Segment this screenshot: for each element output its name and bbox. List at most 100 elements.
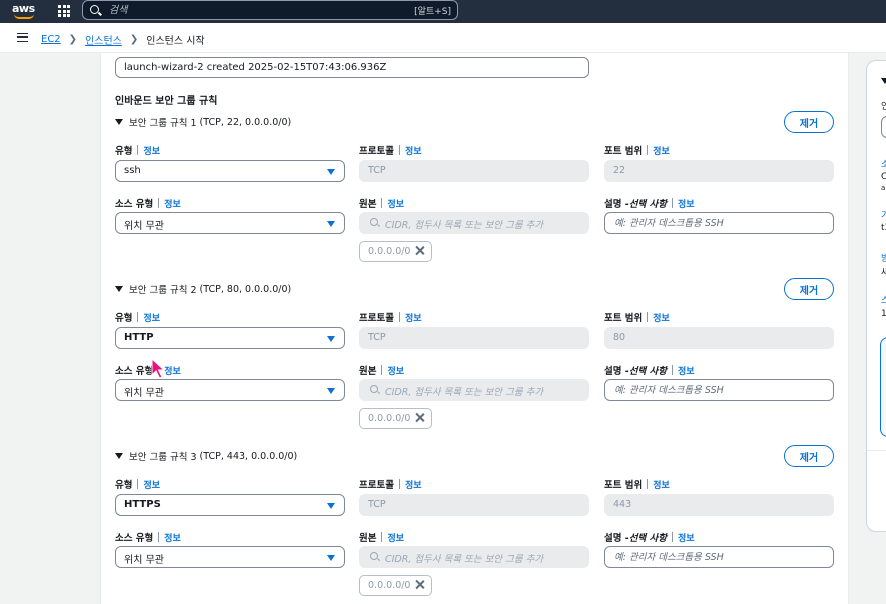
dropdown-caret-icon [327, 221, 335, 227]
rule-3-type-select[interactable]: HTTPS [115, 494, 345, 516]
aws-logo[interactable]: aws [12, 2, 38, 20]
source-label: 원본 정보 [359, 530, 404, 544]
services-grid-icon[interactable] [58, 5, 70, 17]
source-type-label: 소스 유형 정보 [115, 196, 181, 210]
summary-text-fragment: 1 [881, 309, 886, 319]
summary-info-box [880, 337, 886, 437]
breadcrumb-ec2[interactable]: EC2 [41, 34, 61, 45]
info-link[interactable]: 정보 [387, 197, 404, 210]
rule-3-source-search: CIDR, 접두사 목록 또는 보안 그룹 추가 [359, 546, 589, 568]
rule-2-source-search: CIDR, 접두사 목록 또는 보안 그룹 추가 [359, 379, 589, 401]
breadcrumb-bar: EC2 ❯ 인스턴스 ❯ 인스턴스 시작 [0, 23, 886, 53]
rule-1-header[interactable]: 보안 그룹 규칙 1 (TCP, 22, 0.0.0.0/0) [115, 115, 291, 129]
caret-down-icon[interactable] [881, 78, 886, 84]
rule-2-header[interactable]: 보안 그룹 규칙 2 (TCP, 80, 0.0.0.0/0) [115, 282, 291, 296]
rule-3-description-input[interactable] [604, 546, 834, 568]
source-type-value: 위치 무관 [124, 388, 164, 399]
type-label: 유형 정보 [115, 477, 160, 491]
rule-2-type-select[interactable]: HTTP [115, 327, 345, 349]
summary-text-fragment: t3 [881, 223, 886, 233]
info-link[interactable]: 정보 [164, 531, 181, 544]
info-link[interactable]: 정보 [678, 531, 695, 544]
aws-smile-icon [14, 14, 34, 19]
rule-2-source-type-select[interactable]: 위치 무관 [115, 379, 345, 401]
rule-3-header[interactable]: 보안 그룹 규칙 3 (TCP, 443, 0.0.0.0/0) [115, 449, 297, 463]
search-shortcut-hint: [알트+S] [414, 7, 451, 17]
info-link[interactable]: 정보 [387, 531, 404, 544]
summary-text-fragment: 인 [881, 102, 886, 112]
rule-1-source-token: 0.0.0.0/0 [359, 241, 432, 262]
rule-2-source-token: 0.0.0.0/0 [359, 408, 432, 429]
type-label: 유형 정보 [115, 143, 160, 157]
divider [867, 450, 886, 451]
top-navigation-bar: aws [알트+S] [0, 0, 886, 23]
hamburger-menu-icon[interactable] [17, 33, 28, 42]
rule-3-protocol-field: TCP [359, 494, 589, 516]
info-link[interactable]: 정보 [143, 144, 160, 157]
info-link[interactable]: 정보 [405, 144, 422, 157]
dropdown-caret-icon [327, 555, 335, 561]
rule-1-type-select[interactable]: ssh [115, 160, 345, 182]
rule-meta: (TCP, 443, 0.0.0.0/0) [199, 450, 298, 462]
security-group-description-input[interactable] [115, 57, 589, 78]
search-icon [370, 552, 378, 560]
type-select-value: HTTPS [124, 499, 161, 510]
summary-link-fragment[interactable]: 스 [881, 293, 886, 306]
info-link[interactable]: 정보 [387, 364, 404, 377]
dropdown-caret-icon [327, 503, 335, 509]
info-link[interactable]: 정보 [405, 311, 422, 324]
summary-text-fragment: C [881, 172, 886, 182]
chevron-right-icon: ❯ [129, 34, 139, 45]
summary-input-fragment[interactable] [881, 116, 886, 138]
protocol-label: 프로토콜 정보 [359, 477, 422, 491]
source-label: 원본 정보 [359, 363, 404, 377]
caret-down-icon [115, 285, 123, 292]
description-label: 설명 - 선택 사항 정보 [604, 196, 695, 210]
breadcrumb-instances[interactable]: 인스턴스 [85, 32, 122, 47]
rule-3-port-field: 443 [604, 494, 834, 516]
source-label: 원본 정보 [359, 196, 404, 210]
info-link[interactable]: 정보 [678, 364, 695, 377]
rule-2-protocol-field: TCP [359, 327, 589, 349]
summary-link-fragment[interactable]: 방 [881, 251, 886, 264]
source-type-label: 소스 유형 정보 [115, 530, 181, 544]
info-link[interactable]: 정보 [653, 478, 670, 491]
rule-3-source-type-select[interactable]: 위치 무관 [115, 546, 345, 568]
chevron-right-icon: ❯ [68, 34, 78, 45]
mouse-cursor-icon [151, 358, 166, 379]
info-link[interactable]: 정보 [143, 311, 160, 324]
port-range-label: 포트 범위 정보 [604, 477, 670, 491]
rule-title: 보안 그룹 규칙 2 [129, 285, 197, 296]
search-box[interactable]: [알트+S] [82, 0, 458, 20]
search-icon [370, 218, 378, 226]
rule-3-remove-button[interactable]: 제거 [784, 445, 834, 467]
info-link[interactable]: 정보 [678, 197, 695, 210]
search-icon [370, 385, 378, 393]
info-link[interactable]: 정보 [653, 311, 670, 324]
description-label: 설명 - 선택 사항 정보 [604, 530, 695, 544]
caret-down-icon [115, 118, 123, 125]
info-link[interactable]: 정보 [653, 144, 670, 157]
port-range-label: 포트 범위 정보 [604, 310, 670, 324]
summary-link-fragment[interactable]: 기 [881, 208, 886, 221]
description-label: 설명 - 선택 사항 정보 [604, 363, 695, 377]
summary-link-fragment[interactable]: 소 [881, 157, 886, 170]
rule-2-description-input[interactable] [604, 379, 834, 401]
rule-1-protocol-field: TCP [359, 160, 589, 182]
dropdown-caret-icon [327, 336, 335, 342]
summary-side-panel: 인 소 C a 기 t3 방 새 스 1 [866, 60, 886, 532]
rule-1-remove-button[interactable]: 제거 [784, 111, 834, 133]
search-icon [90, 5, 99, 14]
rule-2-remove-button[interactable]: 제거 [784, 278, 834, 300]
close-icon [414, 245, 425, 256]
rule-1-description-input[interactable] [604, 212, 834, 234]
source-type-label: 소스 유형 정보 [115, 363, 181, 377]
info-link[interactable]: 정보 [143, 478, 160, 491]
rule-meta: (TCP, 80, 0.0.0.0/0) [199, 283, 292, 295]
rule-1-source-type-select[interactable]: 위치 무관 [115, 212, 345, 234]
info-link[interactable]: 정보 [405, 478, 422, 491]
search-input[interactable] [109, 3, 409, 17]
rule-meta: (TCP, 22, 0.0.0.0/0) [199, 116, 292, 128]
close-icon [414, 579, 425, 590]
info-link[interactable]: 정보 [164, 197, 181, 210]
